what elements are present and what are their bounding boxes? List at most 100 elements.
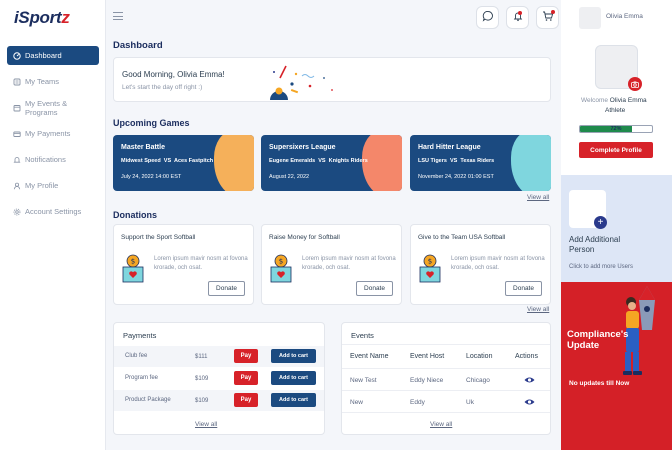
sidebar-item-label: My Payments bbox=[25, 129, 71, 138]
column-header: Location bbox=[466, 353, 493, 360]
sidebar-item-label: My Events & Programs bbox=[25, 98, 68, 117]
payment-price: $109 bbox=[195, 398, 209, 404]
events-title: Events bbox=[351, 331, 374, 340]
add-person-subtext: Click to add more Users bbox=[569, 264, 634, 270]
notifications-button[interactable] bbox=[506, 6, 529, 29]
add-to-cart-button[interactable]: Add to cart bbox=[271, 393, 316, 407]
chat-icon bbox=[482, 9, 494, 27]
payment-row: Product Package $109 Pay Add to cart bbox=[114, 390, 324, 411]
game-league: Hard Hitter League bbox=[418, 144, 481, 151]
menu-toggle-icon[interactable] bbox=[113, 12, 123, 23]
event-name: New bbox=[350, 399, 364, 406]
donate-button[interactable]: Donate bbox=[208, 281, 245, 296]
game-card[interactable]: Hard Hitter League LSU Tigers VS Texas R… bbox=[410, 135, 551, 191]
complete-profile-button[interactable]: Complete Profile bbox=[579, 142, 653, 158]
greeting-subtext: Let's start the day off right :) bbox=[122, 84, 203, 91]
sidebar-item-label: Notifications bbox=[25, 155, 66, 164]
sidebar-item-notifications[interactable]: Notifications bbox=[7, 150, 99, 169]
pay-button[interactable]: Pay bbox=[234, 393, 258, 407]
chat-button[interactable] bbox=[476, 6, 499, 29]
notification-badge bbox=[518, 11, 522, 15]
dashboard-icon bbox=[13, 51, 21, 60]
user-role: Athlete bbox=[605, 107, 626, 114]
view-eye-icon[interactable] bbox=[524, 398, 535, 406]
add-person-title: Add Additional Person bbox=[569, 235, 621, 254]
game-card[interactable]: Supersixers League Eugene Emeralds VS Kn… bbox=[261, 135, 402, 191]
gear-icon bbox=[13, 208, 21, 216]
sidebar-item-my-events[interactable]: My Events & Programs bbox=[7, 98, 99, 117]
sidebar-item-dashboard[interactable]: Dashboard bbox=[7, 46, 99, 65]
payment-row: Program fee $109 Pay Add to cart bbox=[114, 368, 324, 389]
sidebar-item-my-teams[interactable]: My Teams bbox=[7, 72, 99, 91]
donate-button[interactable]: Donate bbox=[505, 281, 542, 296]
game-date: November 24, 2022 01:00 EST bbox=[418, 174, 494, 180]
payment-price: $109 bbox=[195, 376, 209, 382]
payment-name: Program fee bbox=[125, 375, 159, 381]
sidebar-nav: Dashboard My Teams My Events & Programs … bbox=[7, 46, 99, 228]
game-matchup: Midwest Speed VS Aces Fastpitch bbox=[121, 158, 214, 164]
game-card-accent bbox=[362, 135, 402, 191]
game-card[interactable]: Master Battle Midwest Speed VS Aces Fast… bbox=[113, 135, 254, 191]
upcoming-games-title: Upcoming Games bbox=[113, 118, 190, 128]
donation-card: Support the Sport Softball $ Lorem ipsum… bbox=[113, 224, 254, 305]
pay-button[interactable]: Pay bbox=[234, 371, 258, 385]
payments-view-all-link[interactable]: View all bbox=[195, 421, 217, 428]
donation-title: Give to the Team USA Softball bbox=[418, 234, 506, 241]
sidebar-item-label: Dashboard bbox=[25, 51, 62, 60]
sidebar-item-label: Account Settings bbox=[25, 207, 82, 216]
payment-row: Club fee $111 Pay Add to cart bbox=[114, 346, 324, 367]
sidebar-item-account-settings[interactable]: Account Settings bbox=[7, 202, 99, 221]
cart-badge bbox=[551, 10, 555, 14]
camera-icon bbox=[631, 75, 639, 93]
column-header: Actions bbox=[515, 353, 538, 360]
game-matchup: LSU Tigers VS Texas Riders bbox=[418, 158, 495, 164]
game-date: July 24, 2022 14:00 EST bbox=[121, 174, 182, 180]
events-panel: Events Event Name Event Host Location Ac… bbox=[341, 322, 551, 435]
sidebar-item-label: My Teams bbox=[25, 77, 60, 86]
payments-title: Payments bbox=[123, 331, 157, 340]
donation-title: Support the Sport Softball bbox=[121, 234, 196, 241]
sidebar-item-label: My Profile bbox=[25, 181, 59, 190]
page-title: Dashboard bbox=[113, 40, 163, 51]
add-to-cart-button[interactable]: Add to cart bbox=[271, 349, 316, 363]
donation-box-icon: $ bbox=[419, 254, 441, 283]
game-league: Supersixers League bbox=[269, 144, 336, 151]
game-league: Master Battle bbox=[121, 144, 165, 151]
game-date: August 22, 2022 bbox=[269, 174, 310, 180]
donation-box-icon: $ bbox=[122, 254, 144, 283]
payments-panel: Payments Club fee $111 Pay Add to cart P… bbox=[113, 322, 325, 435]
teams-icon bbox=[13, 78, 21, 86]
greeting-text: Good Morning, Olivia Emma! bbox=[122, 70, 225, 79]
payment-name: Product Package bbox=[125, 397, 171, 403]
cart-button[interactable] bbox=[536, 6, 559, 29]
donation-card: Give to the Team USA Softball $ Lorem ip… bbox=[410, 224, 551, 305]
header-user-name[interactable]: Olivia Emma bbox=[606, 13, 643, 20]
add-to-cart-button[interactable]: Add to cart bbox=[271, 371, 316, 385]
events-table-header: Event Name Event Host Location Actions bbox=[342, 344, 550, 368]
game-card-accent bbox=[511, 135, 551, 191]
compliance-status: No updates till Now bbox=[569, 380, 630, 387]
donation-card: Raise Money for Softball $ Lorem ipsum m… bbox=[261, 224, 402, 305]
table-row: New Test Eddy Niece Chicago bbox=[342, 368, 550, 390]
events-view-all-link[interactable]: View all bbox=[430, 421, 452, 428]
event-host: Eddy bbox=[410, 399, 425, 406]
plus-icon[interactable]: + bbox=[594, 216, 607, 229]
event-host: Eddy Niece bbox=[410, 377, 444, 384]
profile-progress-bar: 72% bbox=[579, 125, 653, 133]
app-logo[interactable]: iSportz bbox=[14, 8, 70, 28]
donate-button[interactable]: Donate bbox=[356, 281, 393, 296]
view-eye-icon[interactable] bbox=[524, 376, 535, 384]
sidebar-item-my-profile[interactable]: My Profile bbox=[7, 176, 99, 195]
sidebar-item-my-payments[interactable]: My Payments bbox=[7, 124, 99, 143]
pay-button[interactable]: Pay bbox=[234, 349, 258, 363]
avatar[interactable] bbox=[579, 7, 601, 29]
upload-photo-button[interactable] bbox=[628, 77, 642, 91]
donations-view-all-link[interactable]: View all bbox=[527, 306, 549, 313]
progress-label: 72% bbox=[610, 126, 622, 132]
payment-name: Club fee bbox=[125, 353, 148, 359]
game-card-accent bbox=[214, 135, 254, 191]
svg-text:$: $ bbox=[279, 258, 283, 266]
games-view-all-link[interactable]: View all bbox=[527, 194, 549, 201]
compliance-panel: Compliance's Update No updates till Now bbox=[561, 282, 672, 450]
event-location: Uk bbox=[466, 399, 474, 406]
